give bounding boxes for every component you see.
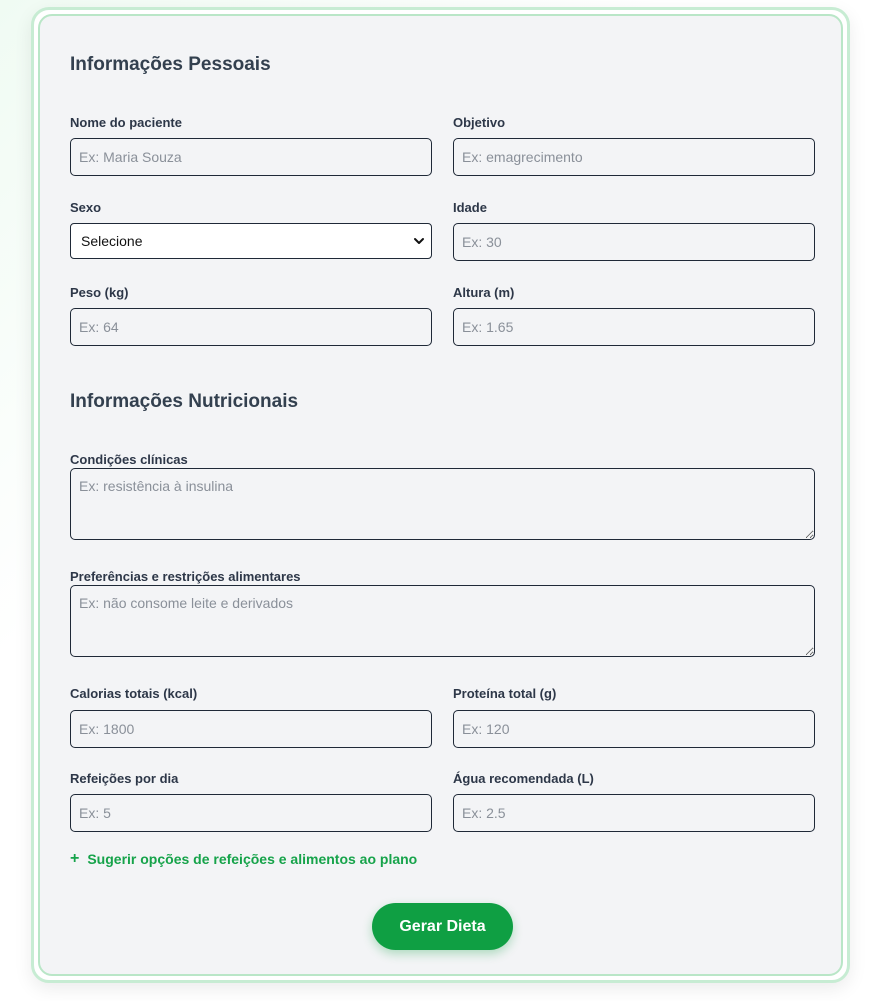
food-preferences-textarea[interactable]	[70, 585, 815, 657]
goal-label: Objetivo	[453, 115, 506, 130]
patient-name-input[interactable]	[70, 138, 432, 176]
protein-input[interactable]	[453, 710, 815, 748]
clinical-conditions-textarea[interactable]	[70, 468, 815, 540]
sex-select[interactable]: Selecione	[70, 223, 432, 259]
weight-label: Peso (kg)	[70, 285, 129, 300]
clinical-conditions-label: Condições clínicas	[70, 452, 188, 467]
height-input[interactable]	[453, 308, 815, 346]
age-input[interactable]	[453, 223, 815, 261]
suggest-meals-link[interactable]: + Sugerir opções de refeições e alimento…	[70, 850, 418, 868]
meals-per-day-label: Refeições por dia	[70, 771, 179, 786]
personal-section-title: Informações Pessoais	[70, 54, 271, 75]
water-input[interactable]	[453, 794, 815, 832]
calories-input[interactable]	[70, 710, 432, 748]
chevron-down-icon	[414, 238, 424, 244]
age-label: Idade	[453, 200, 487, 215]
nutrition-section-title: Informações Nutricionais	[70, 391, 299, 412]
weight-input[interactable]	[70, 308, 432, 346]
calories-label: Calorias totais (kcal)	[70, 686, 198, 701]
plus-icon: +	[70, 850, 80, 867]
height-label: Altura (m)	[453, 285, 515, 300]
form-card: Informações Pessoais Nome do paciente Ob…	[38, 14, 843, 976]
water-label: Água recomendada (L)	[453, 771, 594, 786]
patient-name-label: Nome do paciente	[70, 115, 182, 130]
form-card-outer: Informações Pessoais Nome do paciente Ob…	[31, 7, 850, 983]
goal-input[interactable]	[453, 138, 815, 176]
generate-diet-button[interactable]: Gerar Dieta	[372, 903, 513, 950]
protein-label: Proteína total (g)	[453, 686, 557, 701]
food-preferences-label: Preferências e restrições alimentares	[70, 569, 301, 584]
suggest-meals-label: Sugerir opções de refeições e alimentos …	[87, 851, 418, 867]
sex-select-value: Selecione	[81, 233, 143, 249]
meals-per-day-input[interactable]	[70, 794, 432, 832]
sex-label: Sexo	[70, 200, 102, 215]
